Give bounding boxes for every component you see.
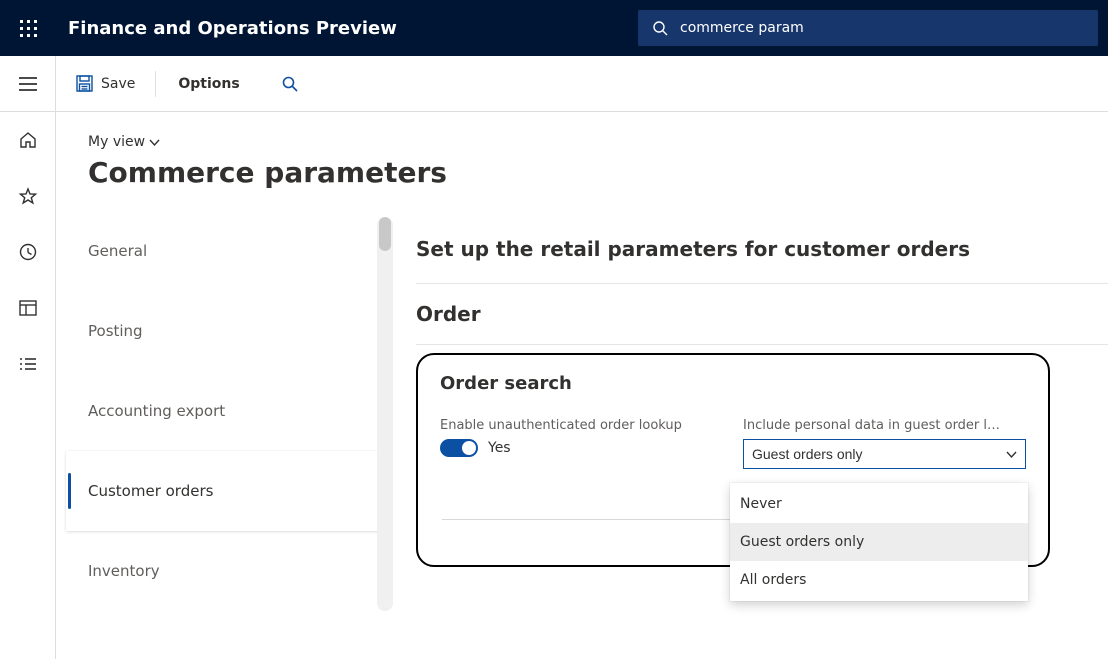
- detail-panel: Set up the retail parameters for custome…: [392, 211, 1108, 611]
- chevron-down-icon: [1006, 449, 1017, 460]
- detail-divider-2: [416, 344, 1108, 345]
- global-search-input[interactable]: [678, 10, 1088, 46]
- view-selector[interactable]: My view: [88, 134, 160, 150]
- main-area: Save Options My view Commerce parame: [56, 56, 1108, 659]
- option-all-orders[interactable]: All orders: [730, 561, 1028, 599]
- star-icon: [19, 187, 37, 205]
- option-never[interactable]: Never: [730, 485, 1028, 523]
- search-icon: [652, 20, 668, 36]
- left-rail: [0, 56, 56, 659]
- content-split: General Posting Accounting export Custom…: [56, 211, 1108, 611]
- nav-scrollbar[interactable]: [377, 217, 393, 611]
- page-scroll[interactable]: My view Commerce parameters General Post…: [56, 112, 1108, 659]
- save-icon: [76, 75, 93, 92]
- waffle-icon: [20, 20, 37, 37]
- enable-unauthenticated-field: Enable unauthenticated order lookup Yes: [440, 418, 723, 457]
- clock-icon: [19, 243, 37, 261]
- sidebar-item-modules[interactable]: [0, 336, 56, 392]
- include-personal-data-options[interactable]: Never Guest orders only All orders: [730, 483, 1028, 601]
- app-body: Save Options My view Commerce parame: [0, 56, 1108, 659]
- order-search-group: Order search Enable unauthenticated orde…: [416, 353, 1050, 567]
- nav-item-posting[interactable]: Posting: [66, 291, 382, 371]
- home-icon: [19, 131, 37, 149]
- nav-item-inventory[interactable]: Inventory: [66, 531, 382, 611]
- section-header-order[interactable]: Order: [416, 284, 1108, 344]
- search-icon: [282, 76, 298, 92]
- option-guest-orders-only[interactable]: Guest orders only: [730, 523, 1028, 561]
- include-personal-data-selected: Guest orders only: [752, 446, 863, 462]
- sidebar-item-home[interactable]: [0, 112, 56, 168]
- action-bar-divider: [155, 71, 156, 97]
- sidebar-item-favorites[interactable]: [0, 168, 56, 224]
- app-launcher-button[interactable]: [0, 0, 56, 56]
- modules-icon: [19, 357, 37, 371]
- global-search-box[interactable]: [638, 10, 1098, 46]
- order-search-heading: Order search: [440, 373, 1026, 394]
- view-selector-label: My view: [88, 134, 145, 150]
- enable-unauthenticated-value: Yes: [488, 440, 511, 456]
- nav-item-general[interactable]: General: [66, 211, 382, 291]
- chevron-down-icon: [149, 137, 160, 148]
- options-button[interactable]: Options: [164, 66, 253, 102]
- order-search-field-row: Enable unauthenticated order lookup Yes …: [440, 418, 1026, 469]
- workspace-icon: [19, 300, 37, 316]
- enable-unauthenticated-toggle[interactable]: [440, 439, 478, 457]
- include-personal-data-label: Include personal data in guest order l…: [743, 418, 1026, 433]
- detail-title: Set up the retail parameters for custome…: [416, 237, 1108, 261]
- app-title: Finance and Operations Preview: [68, 18, 638, 39]
- page-search-button[interactable]: [272, 66, 308, 102]
- page-header: My view Commerce parameters: [56, 112, 1108, 189]
- global-header: Finance and Operations Preview: [0, 0, 1108, 56]
- include-personal-data-field: Include personal data in guest order l… …: [743, 418, 1026, 469]
- sidebar-item-workspaces[interactable]: [0, 280, 56, 336]
- save-button-label: Save: [101, 76, 135, 92]
- hamburger-button[interactable]: [0, 56, 56, 112]
- nav-scrollbar-thumb[interactable]: [379, 217, 391, 251]
- sidebar-item-recent[interactable]: [0, 224, 56, 280]
- save-button[interactable]: Save: [76, 66, 149, 102]
- include-personal-data-combobox[interactable]: Guest orders only: [743, 439, 1026, 469]
- parameter-groups-nav: General Posting Accounting export Custom…: [56, 211, 392, 611]
- page-title: Commerce parameters: [88, 156, 1108, 189]
- action-bar: Save Options: [56, 56, 1108, 112]
- nav-item-customer-orders[interactable]: Customer orders: [66, 451, 382, 531]
- hamburger-icon: [19, 77, 37, 91]
- nav-item-accounting-export[interactable]: Accounting export: [66, 371, 382, 451]
- enable-unauthenticated-label: Enable unauthenticated order lookup: [440, 418, 723, 433]
